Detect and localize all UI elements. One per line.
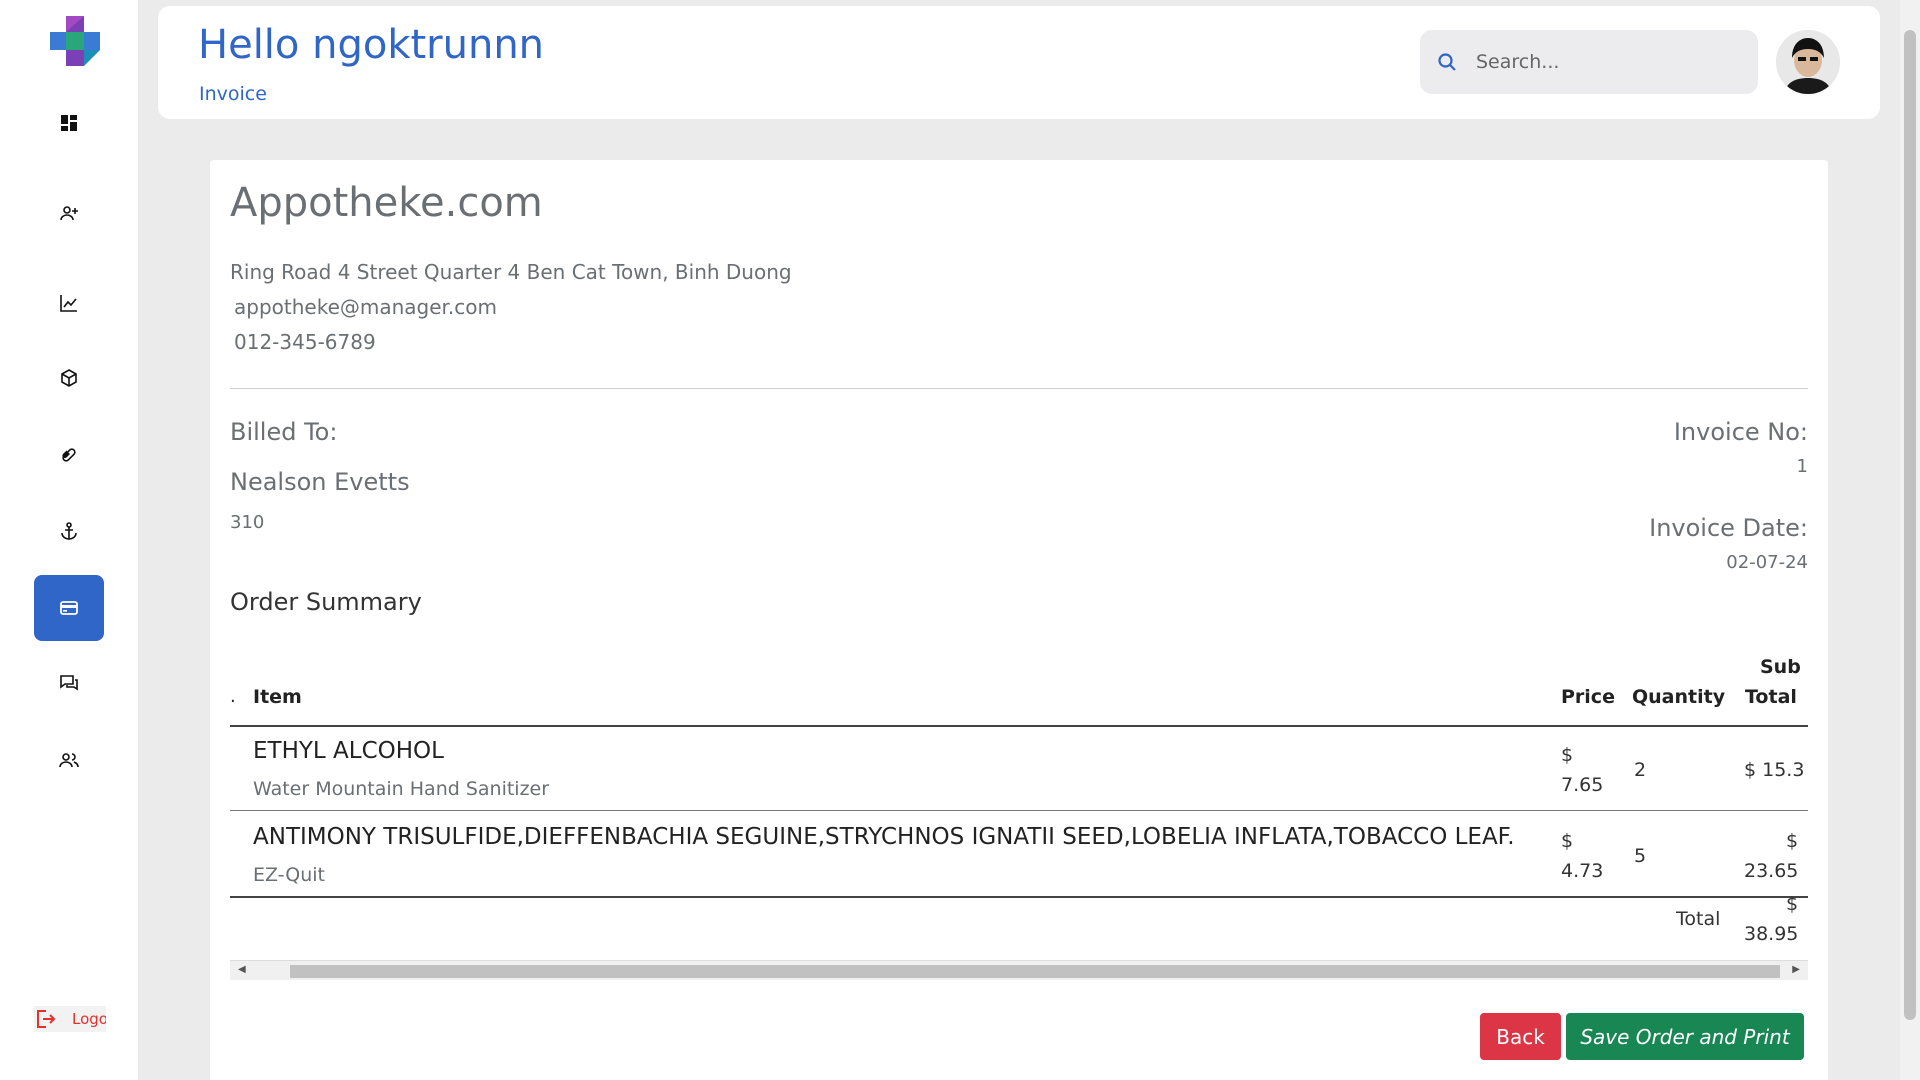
page-title: Hello ngoktrunnn xyxy=(198,22,545,68)
item-subtotal: 23.65 xyxy=(1744,860,1799,882)
sidebar-item-messages[interactable] xyxy=(34,650,104,716)
pill-icon xyxy=(62,448,76,462)
column-marker: . xyxy=(230,686,236,707)
billed-name: Nealson Evetts xyxy=(230,468,410,496)
logout-label: Logout xyxy=(72,1010,106,1028)
sidebar-item-inventory[interactable] xyxy=(34,345,104,411)
anchor-icon xyxy=(61,522,77,540)
item-subtotal-symbol: $ xyxy=(1786,830,1799,852)
header-divider xyxy=(230,725,1808,727)
column-header-subtotal-bottom: Total xyxy=(1745,686,1797,708)
item-subtitle: EZ-Quit xyxy=(253,864,325,886)
sidebar-item-medicine[interactable] xyxy=(34,422,104,488)
company-email: appotheke@manager.com xyxy=(234,295,498,319)
row-divider xyxy=(230,896,1808,898)
logout-button[interactable]: Logout xyxy=(34,1006,106,1032)
breadcrumb[interactable]: Invoice xyxy=(199,83,267,105)
grid-icon xyxy=(61,115,77,131)
item-price-symbol: $ xyxy=(1561,744,1574,766)
scroll-right-icon[interactable]: ▶ xyxy=(1792,964,1800,975)
scroll-left-icon[interactable]: ◀ xyxy=(238,964,246,975)
invoice-date-label: Invoice Date: xyxy=(1649,514,1808,542)
sidebar: Logout xyxy=(0,0,138,1080)
table-horizontal-scrollbar[interactable]: ◀ ▶ xyxy=(230,960,1808,980)
search-box[interactable] xyxy=(1420,30,1758,94)
search-input[interactable] xyxy=(1476,51,1716,73)
chart-line-icon xyxy=(60,295,77,312)
billed-to-label: Billed To: xyxy=(230,418,338,446)
back-button[interactable]: Back xyxy=(1480,1013,1561,1060)
sidebar-item-add-user[interactable] xyxy=(34,180,104,246)
item-name: ETHYL ALCOHOL xyxy=(253,738,444,764)
credit-card-icon xyxy=(60,601,78,615)
chat-icon xyxy=(60,675,78,691)
column-header-quantity: Quantity xyxy=(1632,686,1726,708)
sidebar-item-dashboard[interactable] xyxy=(34,90,104,156)
column-header-price: Price xyxy=(1561,686,1615,708)
company-phone: 012-345-6789 xyxy=(234,330,376,354)
item-subtotal: $ 15.3 xyxy=(1744,759,1805,781)
invoice-no: 1 xyxy=(1796,456,1808,477)
scroll-thumb[interactable] xyxy=(290,965,1780,978)
order-summary-title: Order Summary xyxy=(230,588,422,616)
company-name: Appotheke.com xyxy=(230,180,543,226)
window-scroll-thumb[interactable] xyxy=(1904,30,1916,1020)
item-price-symbol: $ xyxy=(1561,830,1574,852)
sidebar-item-ports[interactable] xyxy=(34,498,104,564)
divider xyxy=(230,388,1808,389)
box-icon xyxy=(61,369,77,387)
item-name: ANTIMONY TRISULFIDE,DIEFFENBACHIA SEGUIN… xyxy=(253,824,1515,850)
invoice-card: Appotheke.com Ring Road 4 Street Quarter… xyxy=(210,160,1828,1080)
header: Hello ngoktrunnn Invoice xyxy=(158,6,1880,119)
avatar[interactable] xyxy=(1776,30,1840,94)
item-price: 7.65 xyxy=(1561,774,1604,796)
logo-icon xyxy=(50,16,100,66)
logout-icon xyxy=(37,1010,56,1028)
item-quantity: 5 xyxy=(1634,845,1647,867)
invoice-date: 02-07-24 xyxy=(1726,552,1808,573)
users-icon xyxy=(59,753,79,768)
column-header-subtotal-top: Sub xyxy=(1760,656,1801,678)
avatar-image xyxy=(1776,30,1840,94)
invoice-no-label: Invoice No: xyxy=(1673,418,1808,446)
total-symbol: $ xyxy=(1786,893,1799,915)
item-quantity: 2 xyxy=(1634,759,1647,781)
window-vertical-scrollbar[interactable] xyxy=(1900,0,1920,1080)
sidebar-item-invoice[interactable] xyxy=(34,575,104,641)
company-address: Ring Road 4 Street Quarter 4 Ben Cat Tow… xyxy=(230,260,792,284)
billed-sub: 310 xyxy=(230,512,265,533)
sidebar-item-analytics[interactable] xyxy=(34,270,104,336)
item-price: 4.73 xyxy=(1561,860,1604,882)
total-label: Total xyxy=(1676,908,1721,930)
user-plus-icon xyxy=(60,206,78,221)
item-subtitle: Water Mountain Hand Sanitizer xyxy=(253,778,550,800)
row-divider xyxy=(230,810,1808,811)
save-order-print-button[interactable]: Save Order and Print xyxy=(1566,1013,1804,1060)
sidebar-item-users[interactable] xyxy=(34,727,104,793)
column-header-item: Item xyxy=(253,686,302,708)
search-icon xyxy=(1438,53,1456,71)
total-value: 38.95 xyxy=(1744,923,1799,945)
